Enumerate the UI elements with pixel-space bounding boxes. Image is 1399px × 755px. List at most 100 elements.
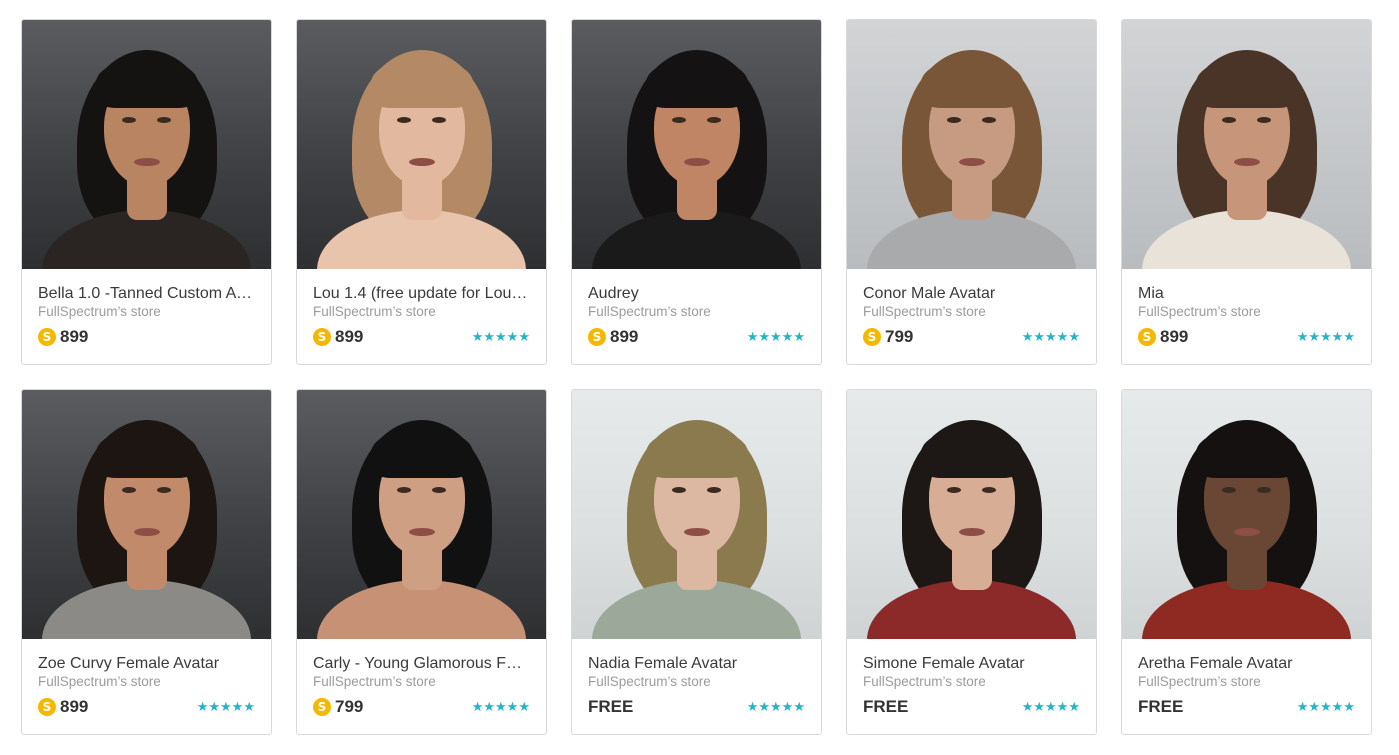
avatar-eye [982, 117, 996, 123]
avatar-lips [684, 158, 710, 166]
avatar-lips [134, 158, 160, 166]
avatar-thumbnail[interactable] [297, 390, 546, 639]
avatar-image [297, 20, 546, 269]
product-card[interactable]: Aretha Female Avatar FullSpectrum’s stor… [1121, 389, 1372, 735]
price: FREE [588, 697, 633, 717]
product-card[interactable]: Simone Female Avatar FullSpectrum’s stor… [846, 389, 1097, 735]
product-title[interactable]: Carly - Young Glamorous Fe… [313, 655, 530, 673]
coin-icon: S [38, 698, 56, 716]
price-value: 899 [60, 697, 89, 716]
store-name[interactable]: FullSpectrum’s store [313, 304, 530, 320]
product-title[interactable]: Nadia Female Avatar [588, 655, 805, 673]
avatar-eye [157, 487, 171, 493]
rating-stars: ★★★★★ [1021, 699, 1080, 715]
product-title[interactable]: Bella 1.0 -Tanned Custom Av… [38, 285, 255, 303]
product-title[interactable]: Lou 1.4 (free update for Lou … [313, 285, 530, 303]
store-name[interactable]: FullSpectrum’s store [38, 304, 255, 320]
product-card[interactable]: Nadia Female Avatar FullSpectrum’s store… [571, 389, 822, 735]
store-name[interactable]: FullSpectrum’s store [863, 674, 1080, 690]
avatar-thumbnail[interactable] [297, 20, 546, 269]
avatar-hair-top [1196, 428, 1298, 478]
avatar-image [572, 20, 821, 269]
avatar-thumbnail[interactable] [22, 390, 271, 639]
rating-stars: ★★★★★ [1021, 329, 1080, 345]
avatar-thumbnail[interactable] [1122, 20, 1371, 269]
avatar-image [572, 390, 821, 639]
avatar-eye [157, 117, 171, 123]
product-card[interactable]: Lou 1.4 (free update for Lou … FullSpect… [296, 19, 547, 365]
avatar-eye [122, 117, 136, 123]
price-value: 899 [1160, 327, 1189, 346]
rating-stars: ★★★★★ [746, 699, 805, 715]
avatar-hair-top [1196, 58, 1298, 108]
store-name[interactable]: FullSpectrum’s store [1138, 674, 1355, 690]
avatar-eye [397, 487, 411, 493]
avatar-eye [397, 117, 411, 123]
avatar-thumbnail[interactable] [847, 390, 1096, 639]
avatar-image [1122, 390, 1371, 639]
avatar-thumbnail[interactable] [572, 390, 821, 639]
avatar-eye [707, 117, 721, 123]
avatar-image [22, 390, 271, 639]
coin-icon: S [1138, 328, 1156, 346]
store-name[interactable]: FullSpectrum’s store [588, 304, 805, 320]
price-value: 899 [60, 327, 89, 346]
price: S 899 [38, 697, 88, 717]
avatar-lips [1234, 528, 1260, 536]
avatar-eye [1257, 487, 1271, 493]
avatar-thumbnail[interactable] [1122, 390, 1371, 639]
rating-stars: ★★★★★ [196, 699, 255, 715]
product-card[interactable]: Zoe Curvy Female Avatar FullSpectrum’s s… [21, 389, 272, 735]
avatar-hair-top [96, 428, 198, 478]
avatar-eye [432, 487, 446, 493]
avatar-eye [672, 117, 686, 123]
rating-stars: ★★★★★ [1296, 329, 1355, 345]
price: FREE [863, 697, 908, 717]
store-name[interactable]: FullSpectrum’s store [588, 674, 805, 690]
store-name[interactable]: FullSpectrum’s store [38, 674, 255, 690]
avatar-thumbnail[interactable] [22, 20, 271, 269]
price-value: 799 [335, 697, 364, 716]
coin-icon: S [313, 698, 331, 716]
avatar-image [847, 20, 1096, 269]
avatar-eye [1222, 487, 1236, 493]
avatar-hair-top [646, 58, 748, 108]
rating-stars: ★★★★★ [1296, 699, 1355, 715]
product-title[interactable]: Conor Male Avatar [863, 285, 1080, 303]
price-value: 899 [610, 327, 639, 346]
price-value: 799 [885, 327, 914, 346]
avatar-image [297, 390, 546, 639]
store-name[interactable]: FullSpectrum’s store [313, 674, 530, 690]
product-title[interactable]: Zoe Curvy Female Avatar [38, 655, 255, 673]
avatar-hair-top [96, 58, 198, 108]
price: S 899 [588, 327, 638, 347]
avatar-lips [409, 528, 435, 536]
product-card[interactable]: Bella 1.0 -Tanned Custom Av… FullSpectru… [21, 19, 272, 365]
price-value: FREE [1138, 697, 1184, 716]
avatar-eye [1257, 117, 1271, 123]
price: S 899 [313, 327, 363, 347]
avatar-lips [409, 158, 435, 166]
rating-stars: ★★★★★ [471, 329, 530, 345]
product-title[interactable]: Simone Female Avatar [863, 655, 1080, 673]
price: S 799 [313, 697, 363, 717]
coin-icon: S [313, 328, 331, 346]
price: S 799 [863, 327, 913, 347]
store-name[interactable]: FullSpectrum’s store [1138, 304, 1355, 320]
product-card[interactable]: Conor Male Avatar FullSpectrum’s store S… [846, 19, 1097, 365]
product-title[interactable]: Aretha Female Avatar [1138, 655, 1355, 673]
product-card[interactable]: Carly - Young Glamorous Fe… FullSpectrum… [296, 389, 547, 735]
avatar-thumbnail[interactable] [847, 20, 1096, 269]
avatar-thumbnail[interactable] [572, 20, 821, 269]
product-title[interactable]: Audrey [588, 285, 805, 303]
product-title[interactable]: Mia [1138, 285, 1355, 303]
product-card[interactable]: Audrey FullSpectrum’s store S 899 ★★★★★ [571, 19, 822, 365]
avatar-hair-top [371, 428, 473, 478]
coin-icon: S [38, 328, 56, 346]
price: S 899 [1138, 327, 1188, 347]
rating-stars: ★★★★★ [746, 329, 805, 345]
store-name[interactable]: FullSpectrum’s store [863, 304, 1080, 320]
product-card[interactable]: Mia FullSpectrum’s store S 899 ★★★★★ [1121, 19, 1372, 365]
avatar-hair-top [371, 58, 473, 108]
price-value: 899 [335, 327, 364, 346]
